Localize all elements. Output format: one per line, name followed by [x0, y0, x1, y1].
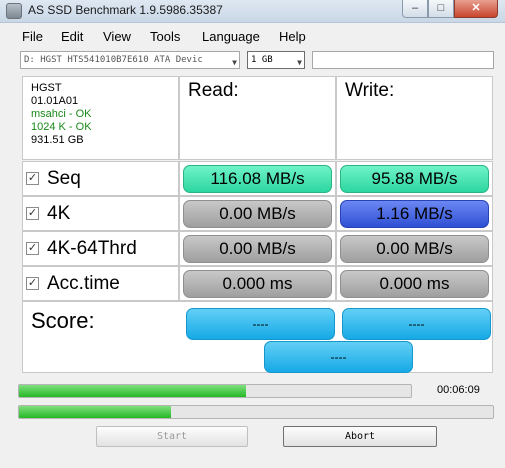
menu-help[interactable]: Help — [279, 29, 306, 44]
4k-64thrd-label: 4K-64Thrd — [47, 238, 137, 259]
drive-capacity: 931.51 GB — [31, 134, 84, 146]
test-progress-fill — [19, 385, 247, 397]
seq-read-cell: 116.08 MB/s — [179, 161, 336, 196]
seq-label: Seq — [47, 168, 81, 189]
score-panel: Score: ---- ---- ---- — [22, 301, 493, 373]
score-total: ---- — [264, 341, 413, 373]
app-drive-icon — [6, 3, 22, 19]
total-progress-fill — [19, 406, 171, 418]
drive-info-panel: HGST 01.01A01 msahci - OK 1024 K - OK 93… — [22, 76, 179, 160]
menu-file[interactable]: File — [22, 29, 43, 44]
test-size-value: 1 GB — [251, 55, 273, 65]
write-column-header: Write: — [336, 76, 493, 160]
4k-label: 4K — [47, 203, 71, 224]
row-4k-64thrd: ✓ 4K-64Thrd — [22, 231, 179, 266]
write-header-label: Write: — [345, 80, 395, 101]
score-label: Score: — [31, 308, 95, 333]
4k-64thrd-read-cell: 0.00 MB/s — [179, 231, 336, 266]
menu-language[interactable]: Language — [202, 29, 260, 44]
read-header-label: Read: — [188, 80, 239, 101]
driver-status: msahci - OK — [31, 108, 92, 120]
4k-read-result: 0.00 MB/s — [183, 200, 332, 228]
as-ssd-window: AS SSD Benchmark 1.9.5986.35387 – □ ✕ Fi… — [0, 0, 505, 468]
elapsed-time: 00:06:09 — [437, 384, 480, 396]
seq-write-result: 95.88 MB/s — [340, 165, 489, 193]
acc-time-read-cell: 0.000 ms — [179, 266, 336, 301]
4k-64thrd-write-cell: 0.00 MB/s — [336, 231, 493, 266]
alignment-status: 1024 K - OK — [31, 121, 92, 133]
acc-time-read-result: 0.000 ms — [183, 270, 332, 298]
chevron-down-icon: ▼ — [297, 58, 302, 67]
4k-write-cell: 1.16 MB/s — [336, 196, 493, 231]
maximize-button[interactable]: □ — [428, 0, 454, 18]
4k-64thrd-read-result: 0.00 MB/s — [183, 235, 332, 263]
row-4k: ✓ 4K — [22, 196, 179, 231]
row-acc-time: ✓ Acc.time — [22, 266, 179, 301]
drive-vendor: HGST — [31, 82, 62, 94]
menu-bar: File Edit View Tools Language Help — [0, 27, 505, 47]
window-title: AS SSD Benchmark 1.9.5986.35387 — [28, 3, 223, 17]
drive-select[interactable]: D: HGST HTS541010B7E610 ATA Devic ▼ — [20, 51, 240, 69]
score-write: ---- — [342, 308, 491, 340]
menu-tools[interactable]: Tools — [150, 29, 180, 44]
drive-firmware: 01.01A01 — [31, 95, 79, 107]
test-size-select[interactable]: 1 GB ▼ — [247, 51, 305, 69]
4k-checkbox[interactable]: ✓ — [26, 207, 39, 220]
abort-button[interactable]: Abort — [283, 426, 437, 447]
seq-checkbox[interactable]: ✓ — [26, 172, 39, 185]
title-bar[interactable]: AS SSD Benchmark 1.9.5986.35387 – □ ✕ — [0, 0, 505, 23]
minimize-button[interactable]: – — [402, 0, 428, 18]
seq-read-result: 116.08 MB/s — [183, 165, 332, 193]
acc-time-checkbox[interactable]: ✓ — [26, 277, 39, 290]
row-seq: ✓ Seq — [22, 161, 179, 196]
acc-time-label: Acc.time — [47, 273, 120, 294]
4k-write-result: 1.16 MB/s — [340, 200, 489, 228]
total-progress-bar — [18, 405, 494, 419]
read-column-header: Read: — [179, 76, 336, 160]
acc-time-write-cell: 0.000 ms — [336, 266, 493, 301]
chevron-down-icon: ▼ — [232, 58, 237, 67]
test-progress-bar — [18, 384, 412, 398]
menu-edit[interactable]: Edit — [61, 29, 83, 44]
acc-time-write-result: 0.000 ms — [340, 270, 489, 298]
menu-view[interactable]: View — [103, 29, 131, 44]
seq-write-cell: 95.88 MB/s — [336, 161, 493, 196]
drive-select-value: D: HGST HTS541010B7E610 ATA Devic — [24, 55, 203, 65]
4k-64thrd-write-result: 0.00 MB/s — [340, 235, 489, 263]
4k-read-cell: 0.00 MB/s — [179, 196, 336, 231]
info-field[interactable] — [312, 51, 494, 69]
4k-64thrd-checkbox[interactable]: ✓ — [26, 242, 39, 255]
start-button[interactable]: Start — [96, 426, 248, 447]
close-button[interactable]: ✕ — [454, 0, 498, 18]
score-read: ---- — [186, 308, 335, 340]
